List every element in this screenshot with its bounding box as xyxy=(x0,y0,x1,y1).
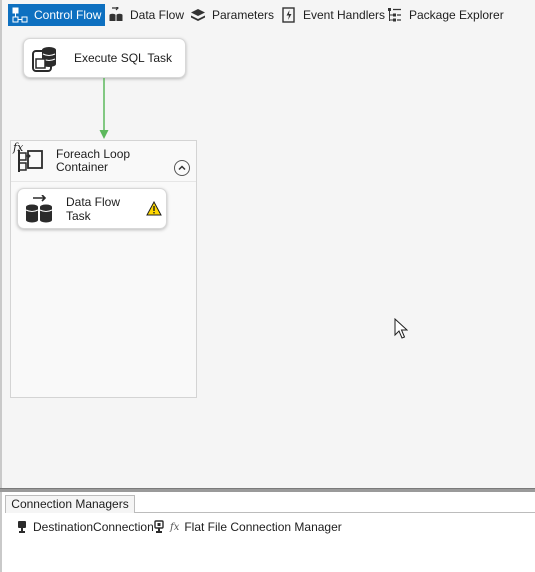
connection-managers-tab[interactable]: Connection Managers xyxy=(5,495,135,513)
tab-label: Data Flow xyxy=(130,8,185,22)
connection-managers-list[interactable]: DestinationConnection fx Flat File Conne… xyxy=(2,513,535,572)
precedence-constraint-arrow[interactable] xyxy=(97,78,111,140)
tab-parameters[interactable]: Parameters xyxy=(186,4,278,26)
chevron-up-icon xyxy=(178,165,186,171)
control-flow-icon xyxy=(12,7,28,23)
tab-label: Event Handlers xyxy=(303,8,386,22)
connection-manager-item[interactable]: DestinationConnection xyxy=(16,520,154,534)
mouse-pointer-icon xyxy=(394,318,408,339)
tab-package-explorer[interactable]: Package Explorer xyxy=(383,4,508,26)
foreach-loop-container[interactable]: fx Foreach Loop Container Data Flow Task xyxy=(10,140,197,398)
package-explorer-icon xyxy=(388,8,401,22)
collapse-container-button[interactable] xyxy=(174,160,190,176)
control-flow-design-surface[interactable]: Execute SQL Task fx Foreach Loop Contain… xyxy=(0,31,535,488)
data-flow-task-label: Data Flow Task xyxy=(66,194,121,223)
connection-icon xyxy=(154,520,164,533)
package-designer: Control Flow Data Flow Parameters Event … xyxy=(0,0,535,572)
connection-managers-panel: Connection Managers DestinationConnectio… xyxy=(0,492,535,572)
warning-icon[interactable] xyxy=(146,201,162,216)
execute-sql-task[interactable]: Execute SQL Task xyxy=(23,38,186,78)
event-handlers-icon xyxy=(282,7,295,23)
tab-label: Package Explorer xyxy=(409,8,504,22)
tab-control-flow[interactable]: Control Flow xyxy=(8,4,106,26)
tab-label: Control Flow xyxy=(34,8,102,22)
execute-sql-task-label: Execute SQL Task xyxy=(74,51,173,65)
expression-fx-icon: fx xyxy=(170,521,180,533)
connection-icon xyxy=(18,521,26,533)
foreach-loop-icon xyxy=(18,150,43,172)
execute-sql-task-icon xyxy=(32,47,56,72)
data-flow-task[interactable]: Data Flow Task xyxy=(17,188,167,229)
tab-label: Parameters xyxy=(212,8,275,22)
designer-tab-strip: Control Flow Data Flow Parameters Event … xyxy=(0,0,535,31)
tab-event-handlers[interactable]: Event Handlers xyxy=(277,4,389,26)
foreach-loop-container-label: Foreach Loop Container xyxy=(56,147,131,174)
container-header[interactable]: fx Foreach Loop Container xyxy=(11,141,196,182)
tab-data-flow[interactable]: Data Flow xyxy=(104,4,188,26)
parameters-icon xyxy=(191,9,205,21)
connection-manager-item[interactable]: fx Flat File Connection Manager xyxy=(153,520,342,534)
data-flow-icon xyxy=(109,7,123,21)
connection-manager-label: Flat File Connection Manager xyxy=(184,520,342,534)
data-flow-task-icon xyxy=(25,194,53,222)
connection-manager-label: DestinationConnection xyxy=(33,520,154,534)
